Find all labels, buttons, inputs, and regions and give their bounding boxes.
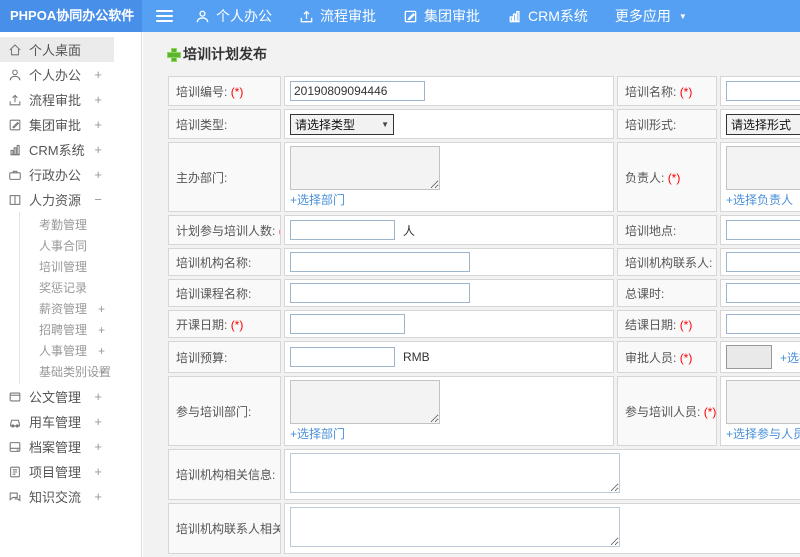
sidebar-item-personal-desktop[interactable]: 个人桌面 (0, 37, 114, 62)
nav-group-approval[interactable]: 集团审批 (403, 6, 480, 26)
sidebar-item-project[interactable]: 项目管理 + (0, 459, 114, 484)
sidebar-item-personal-office[interactable]: 个人办公 + (0, 62, 114, 87)
select-leader-link[interactable]: +选择负责人 (726, 191, 800, 208)
start-date-input[interactable] (290, 314, 405, 334)
table-row: 培训课程名称: 总课时: (168, 279, 800, 307)
sidebar-subitem-recruit[interactable]: 招聘管理 + (20, 319, 115, 340)
table-row: 开课日期: (*) 结课日期: (*) (168, 310, 800, 338)
menu-toggle-icon[interactable] (156, 7, 173, 25)
host-department-textarea[interactable] (290, 146, 440, 190)
select-department-link[interactable]: +选择部门 (290, 191, 608, 208)
approver-input[interactable] (726, 345, 772, 369)
training-budget-input[interactable] (290, 347, 395, 367)
group-approval-icon (9, 119, 21, 130)
table-row: 参与培训部门: +选择部门 参与培训人员: (*) +选择参与人员 (168, 376, 800, 446)
flow-approval-icon (9, 94, 21, 105)
table-row: 培训机构联系人相关信息: (168, 503, 800, 554)
end-date-input[interactable] (726, 314, 800, 334)
sidebar: 个人桌面 个人办公 + 流程审批 + 集团审批 + CRM系统 + 行政办公 + 人力资源… (0, 32, 142, 557)
top-nav: 个人办公 流程审批 集团审批 CRM系统 更多应用 ▼ (195, 6, 687, 26)
nav-crm-system[interactable]: CRM系统 (507, 6, 588, 26)
total-hours-input[interactable] (726, 283, 800, 303)
training-org-name-input[interactable] (290, 252, 470, 272)
training-name-input[interactable] (726, 81, 800, 101)
user-icon (196, 10, 209, 22)
car-icon (10, 419, 20, 428)
sidebar-subitem-base-category[interactable]: 基础类别设置 + (20, 361, 115, 382)
table-row: 主办部门: +选择部门 负责人: (*) +选择负责人 (168, 142, 800, 212)
table-row: 培训机构相关信息: (168, 449, 800, 500)
sidebar-item-admin-office[interactable]: 行政办公 + (0, 162, 114, 187)
training-form-select[interactable]: 请选择形式▼ (726, 113, 800, 135)
flow-approval-icon (300, 10, 313, 22)
org-contact-info-textarea[interactable] (290, 507, 620, 547)
training-course-name-input[interactable] (290, 283, 470, 303)
nav-more-apps[interactable]: 更多应用 ▼ (615, 6, 687, 26)
table-row: 培训编号: (*) 培训名称: (*) (168, 76, 800, 106)
main-content: 培训计划发布 培训编号: (*) 培训名称: (*) 培训类型: 请选择类型▼ … (143, 32, 800, 557)
sidebar-subitem-salary[interactable]: 薪资管理 + (20, 298, 115, 319)
table-row: 培训类型: 请选择类型▼ 培训形式: 请选择形式▼ (168, 109, 800, 139)
sidebar-subitem-reward[interactable]: 奖惩记录 (20, 277, 115, 298)
org-info-textarea[interactable] (290, 453, 620, 493)
caret-down-icon: ▼ (678, 11, 687, 21)
sidebar-subitem-hr-contract[interactable]: 人事合同 (20, 235, 115, 256)
nav-personal-office[interactable]: 个人办公 (195, 6, 272, 26)
table-row: 计划参与培训人数: (*) 人 培训地点: (168, 215, 800, 245)
sidebar-hr-subgroup: 考勤管理 人事合同 培训管理 奖惩记录 薪资管理 + 招聘管理 + 人事管理 + 基础… (19, 212, 141, 384)
sidebar-subitem-attendance[interactable]: 考勤管理 (20, 214, 115, 235)
select-approver-link[interactable]: +选择审批人员 (780, 349, 800, 366)
training-number-input[interactable] (290, 81, 425, 101)
org-contact-input[interactable] (726, 252, 800, 272)
trainees-textarea[interactable] (726, 380, 800, 424)
user-icon (9, 69, 21, 80)
table-row: 培训机构名称: 培训机构联系人: (168, 248, 800, 276)
sidebar-item-archive[interactable]: 档案管理 + (0, 434, 114, 459)
group-approval-icon (404, 10, 417, 22)
sidebar-subitem-personnel[interactable]: 人事管理 + (20, 340, 115, 361)
select-department-link[interactable]: +选择部门 (290, 425, 608, 442)
add-icon (167, 47, 181, 62)
table-row: 培训预算: RMB 审批人员: (*) +选择审批人员 (168, 341, 800, 373)
sidebar-item-vehicle[interactable]: 用车管理 + (0, 409, 114, 434)
page-title: 培训计划发布 (167, 44, 800, 64)
nav-flow-approval[interactable]: 流程审批 (299, 6, 376, 26)
notebook-icon (10, 466, 20, 477)
training-location-input[interactable] (726, 220, 800, 240)
participating-departments-textarea[interactable] (290, 380, 440, 424)
sidebar-item-group-approval[interactable]: 集团审批 + (0, 112, 114, 137)
sidebar-item-crm[interactable]: CRM系统 + (0, 137, 114, 162)
home-icon (9, 43, 21, 55)
sidebar-item-hr[interactable]: 人力资源 − (0, 187, 114, 212)
sidebar-subitem-training[interactable]: 培训管理 (20, 256, 115, 277)
sidebar-item-knowledge[interactable]: 知识交流 + (0, 484, 114, 509)
leader-textarea[interactable] (726, 146, 800, 190)
crm-chart-icon (509, 10, 520, 22)
training-type-select[interactable]: 请选择类型 ▼ (290, 113, 394, 135)
chat-icon (9, 492, 21, 502)
sidebar-item-flow-approval[interactable]: 流程审批 + (0, 87, 114, 112)
briefcase-icon (9, 170, 21, 180)
select-trainees-link[interactable]: +选择参与人员 (726, 425, 800, 442)
sidebar-item-official-doc[interactable]: 公文管理 + (0, 384, 114, 409)
app-logo: PHPOA协同办公软件 (0, 0, 142, 32)
crm-chart-icon (10, 144, 20, 155)
caret-down-icon: ▼ (381, 119, 389, 129)
training-plan-form: 培训编号: (*) 培训名称: (*) 培训类型: 请选择类型▼ 培训形式: 请… (165, 73, 800, 557)
archive-icon (9, 441, 21, 452)
document-icon (9, 392, 21, 401)
planned-participants-input[interactable] (290, 220, 395, 240)
top-header: PHPOA协同办公软件 个人办公 流程审批 集团审批 CRM系统 更多应用 ▼ (0, 0, 800, 32)
book-icon (9, 194, 21, 205)
